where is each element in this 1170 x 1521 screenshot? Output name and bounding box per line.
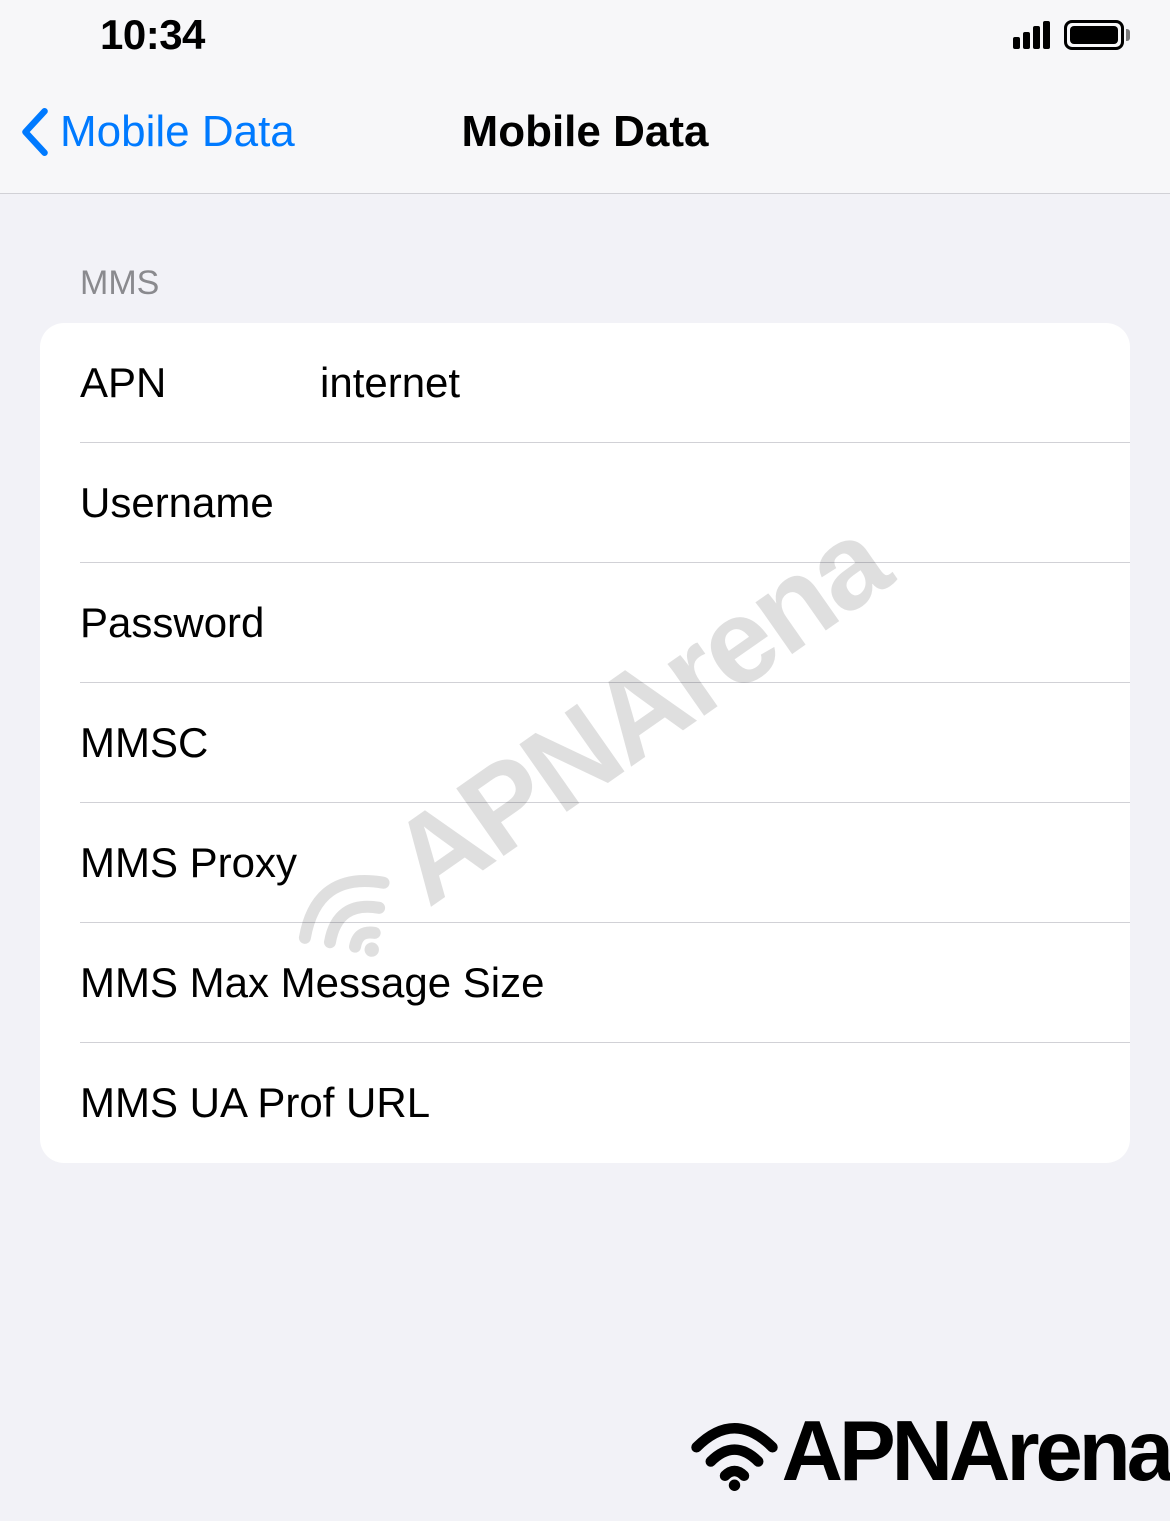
row-mms-ua-prof-url[interactable]: MMS UA Prof URL bbox=[40, 1043, 1130, 1163]
label-mms-max-message-size: MMS Max Message Size bbox=[80, 959, 1090, 1007]
status-indicators bbox=[1013, 20, 1130, 50]
label-mmsc: MMSC bbox=[80, 719, 320, 767]
signal-icon bbox=[1013, 21, 1050, 49]
chevron-back-icon bbox=[20, 108, 50, 156]
navigation-bar: Mobile Data Mobile Data bbox=[0, 70, 1170, 194]
mms-settings-group: APN Username Password MMSC MMS Proxy MMS… bbox=[40, 323, 1130, 1163]
back-button[interactable]: Mobile Data bbox=[20, 107, 295, 157]
content-area: MMS APN Username Password MMSC MMS Proxy… bbox=[0, 194, 1170, 1163]
input-username[interactable] bbox=[320, 479, 1090, 527]
input-password[interactable] bbox=[320, 599, 1090, 647]
battery-icon bbox=[1064, 20, 1130, 50]
row-mms-max-message-size[interactable]: MMS Max Message Size bbox=[40, 923, 1130, 1043]
input-mmsc[interactable] bbox=[320, 719, 1090, 767]
wifi-icon bbox=[687, 1412, 782, 1492]
page-title: Mobile Data bbox=[462, 107, 709, 157]
row-username[interactable]: Username bbox=[40, 443, 1130, 563]
row-mms-proxy[interactable]: MMS Proxy bbox=[40, 803, 1130, 923]
status-bar: 10:34 bbox=[0, 0, 1170, 70]
label-apn: APN bbox=[80, 359, 320, 407]
back-label: Mobile Data bbox=[60, 107, 295, 157]
row-password[interactable]: Password bbox=[40, 563, 1130, 683]
footer-text: APNArena bbox=[782, 1403, 1170, 1501]
label-mms-proxy: MMS Proxy bbox=[80, 839, 1090, 887]
row-apn[interactable]: APN bbox=[40, 323, 1130, 443]
label-password: Password bbox=[80, 599, 320, 647]
input-apn[interactable] bbox=[320, 359, 1090, 407]
row-mmsc[interactable]: MMSC bbox=[40, 683, 1130, 803]
label-username: Username bbox=[80, 479, 320, 527]
label-mms-ua-prof-url: MMS UA Prof URL bbox=[80, 1079, 1090, 1127]
footer-logo: APNArena bbox=[687, 1403, 1170, 1501]
section-header-mms: MMS bbox=[40, 264, 1130, 323]
status-time: 10:34 bbox=[100, 11, 205, 59]
